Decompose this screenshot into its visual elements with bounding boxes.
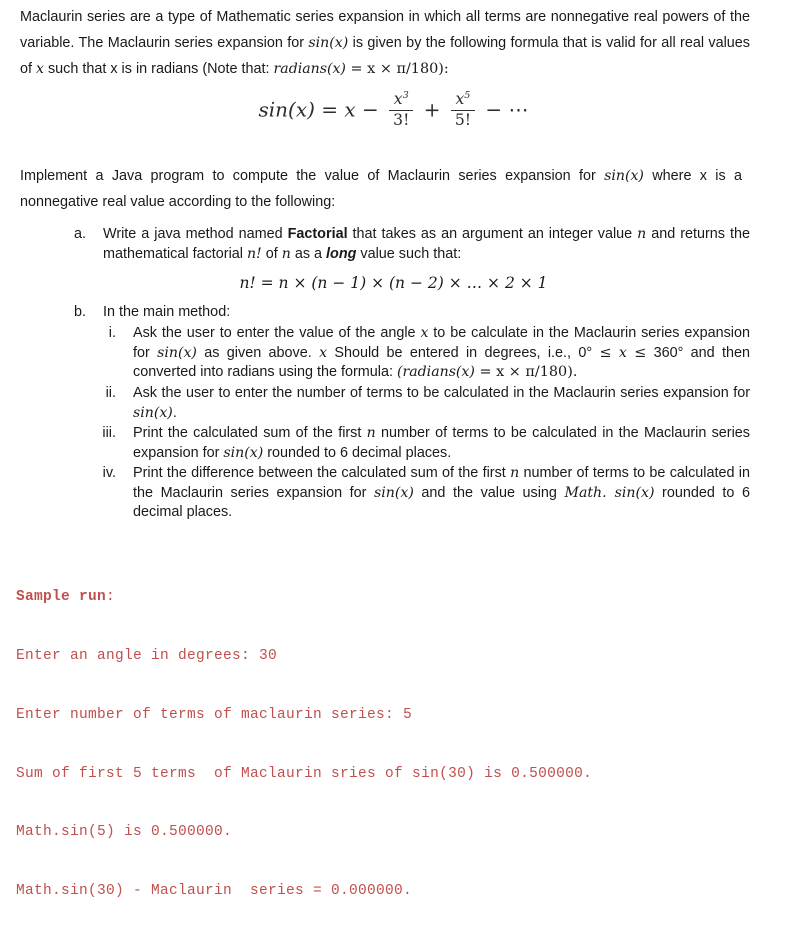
formula-plus: + <box>423 97 441 122</box>
maclaurin-sin-formula: sin(x) = x − x3 3! + x5 5! − ⋯ <box>0 90 787 130</box>
formula-numerator-2: x5 <box>450 90 476 111</box>
formula-fraction-x5-5fact: x5 5! <box>450 90 476 129</box>
document-page: Maclaurin series are a type of Mathemati… <box>0 0 787 899</box>
intro-x-italic: x <box>36 61 44 77</box>
item-iii-text-3: rounded to 6 decimal places. <box>263 444 452 461</box>
formula-num1-base: x <box>393 90 403 109</box>
list-marker-iv: iv. <box>102 465 116 481</box>
item-a-text-4: of <box>261 245 282 262</box>
implement-sin-x: sin(x) <box>604 168 644 184</box>
item-i-x-2: x <box>319 344 328 361</box>
item-a-n-factorial: n! <box>246 245 262 262</box>
list-item-b-body: In the main method: <box>103 304 231 320</box>
item-i-text-4: Should be entered in degrees, i.e., 0° <box>327 344 600 361</box>
list-item-i: i. Ask the user to enter the value of th… <box>109 324 750 383</box>
formula-num1-exp: 3 <box>402 90 409 101</box>
item-iv-text-1: Print the difference between the calcula… <box>133 465 511 481</box>
item-i-text-1: Ask the user to enter the value of the a… <box>133 325 421 341</box>
intro-sin-x: sin(x) <box>308 35 349 51</box>
list-marker-i: i. <box>108 325 116 341</box>
formula-term-x: x <box>344 97 356 122</box>
item-i-le-1: ≤ <box>599 344 612 361</box>
formula-fraction-x3-3fact: x3 3! <box>389 90 414 129</box>
sample-run-line: Math.sin(5) is 0.500000. <box>16 824 233 841</box>
sample-run-heading: Sample run: <box>16 588 776 608</box>
sample-run-line: Sum of first 5 terms of Maclaurin sries … <box>16 765 593 782</box>
item-a-text-2: that takes as an argument an integer val… <box>347 226 638 242</box>
list-item-iv: iv. Print the difference between the cal… <box>103 464 750 523</box>
item-i-sin-x: sin(x) <box>157 344 197 361</box>
formula-denominator-2: 5! <box>454 110 472 129</box>
list-item-iii: iii. Print the calculated sum of the fir… <box>102 424 750 463</box>
item-a-n-1: n <box>637 226 647 242</box>
item-i-radians-rhs: = x × π/180). <box>474 364 578 381</box>
item-a-text-6: value such that: <box>356 245 462 262</box>
item-i-le-2: ≤ <box>634 344 647 361</box>
item-ii-text-2: . <box>172 404 177 421</box>
item-iv-n: n <box>510 465 520 481</box>
list-item-ii: ii. Ask the user to enter the number of … <box>106 384 750 423</box>
sample-run-line: Enter an angle in degrees: 30 <box>16 647 278 664</box>
list-marker-ii: ii. <box>105 385 116 401</box>
formula-minus-1: − <box>362 97 379 122</box>
formula-num2-base: x <box>455 90 465 109</box>
item-iv-math-sin: Math. sin(x) <box>564 484 655 501</box>
item-a-bold-factorial: Factorial <box>287 226 348 242</box>
sample-run-line: Math.sin(30) - Maclaurin series = 0.0000… <box>16 883 413 900</box>
item-iv-sin-x: sin(x) <box>374 484 414 501</box>
list-marker-b: b. <box>73 304 86 320</box>
list-marker-a: a. <box>73 226 86 242</box>
intro-radians-formula: radians(x) <box>273 61 346 77</box>
list-item-b: b. In the main method: <box>74 303 750 323</box>
item-iii-text-1: Print the calculated sum of the first <box>133 425 367 441</box>
item-a-n-3: n <box>281 245 291 262</box>
list-item-ii-body: Ask the user to enter the number of term… <box>133 384 750 423</box>
item-ii-text-1: Ask the user to enter the number of term… <box>133 385 750 401</box>
factorial-formula: n! = n × (n − 1) × (n − 2) × … × 2 × 1 <box>239 274 548 292</box>
item-a-text-5: as a <box>290 245 327 262</box>
implement-paragraph: Implement a Java program to compute the … <box>20 163 742 215</box>
intro-text-3: such that x is in radians (Note that: <box>43 61 274 77</box>
formula-numerator-1: x3 <box>389 90 414 111</box>
intro-paragraph: Maclaurin series are a type of Mathemati… <box>20 4 750 82</box>
item-iv-text-3: and the value using <box>413 484 565 501</box>
item-a-text-1: Write a java method named <box>103 226 288 242</box>
item-ii-sin-x: sin(x) <box>133 404 173 421</box>
list-item-i-body: Ask the user to enter the value of the a… <box>133 324 750 383</box>
formula-num2-exp: 5 <box>464 90 471 101</box>
formula-equals: = <box>321 97 339 122</box>
sample-run-block: Sample run: Enter an angle in degrees: 3… <box>16 549 776 941</box>
item-i-text-3: as given above. <box>196 344 320 361</box>
implement-text-1: Implement a Java program to compute the … <box>20 168 605 184</box>
sample-run-heading-text: Sample run <box>16 589 107 606</box>
list-item-iii-body: Print the calculated sum of the first n … <box>133 424 750 463</box>
sample-run-heading-colon: : <box>106 589 116 606</box>
formula-ellipsis: ⋯ <box>508 97 529 122</box>
item-i-x-3: x <box>618 344 627 361</box>
formula-denominator-1: 3! <box>393 110 410 129</box>
item-a-bolditalic-long: long <box>326 245 357 262</box>
item-iii-n: n <box>366 425 376 441</box>
sample-run-line: Enter number of terms of maclaurin serie… <box>16 706 413 723</box>
item-i-radians-formula: (radians(x) <box>396 364 475 381</box>
list-marker-iii: iii. <box>102 425 116 441</box>
intro-radians-rhs: = x × π/180): <box>345 61 449 77</box>
list-item-a-body: Write a java method named Factorial that… <box>103 225 750 264</box>
item-iii-sin-x: sin(x) <box>223 444 264 461</box>
formula-lhs: sin(x) <box>258 97 315 122</box>
list-item-iv-body: Print the difference between the calcula… <box>133 464 750 523</box>
list-item-a: a. Write a java method named Factorial t… <box>74 225 750 264</box>
formula-minus-2: − <box>485 97 503 122</box>
